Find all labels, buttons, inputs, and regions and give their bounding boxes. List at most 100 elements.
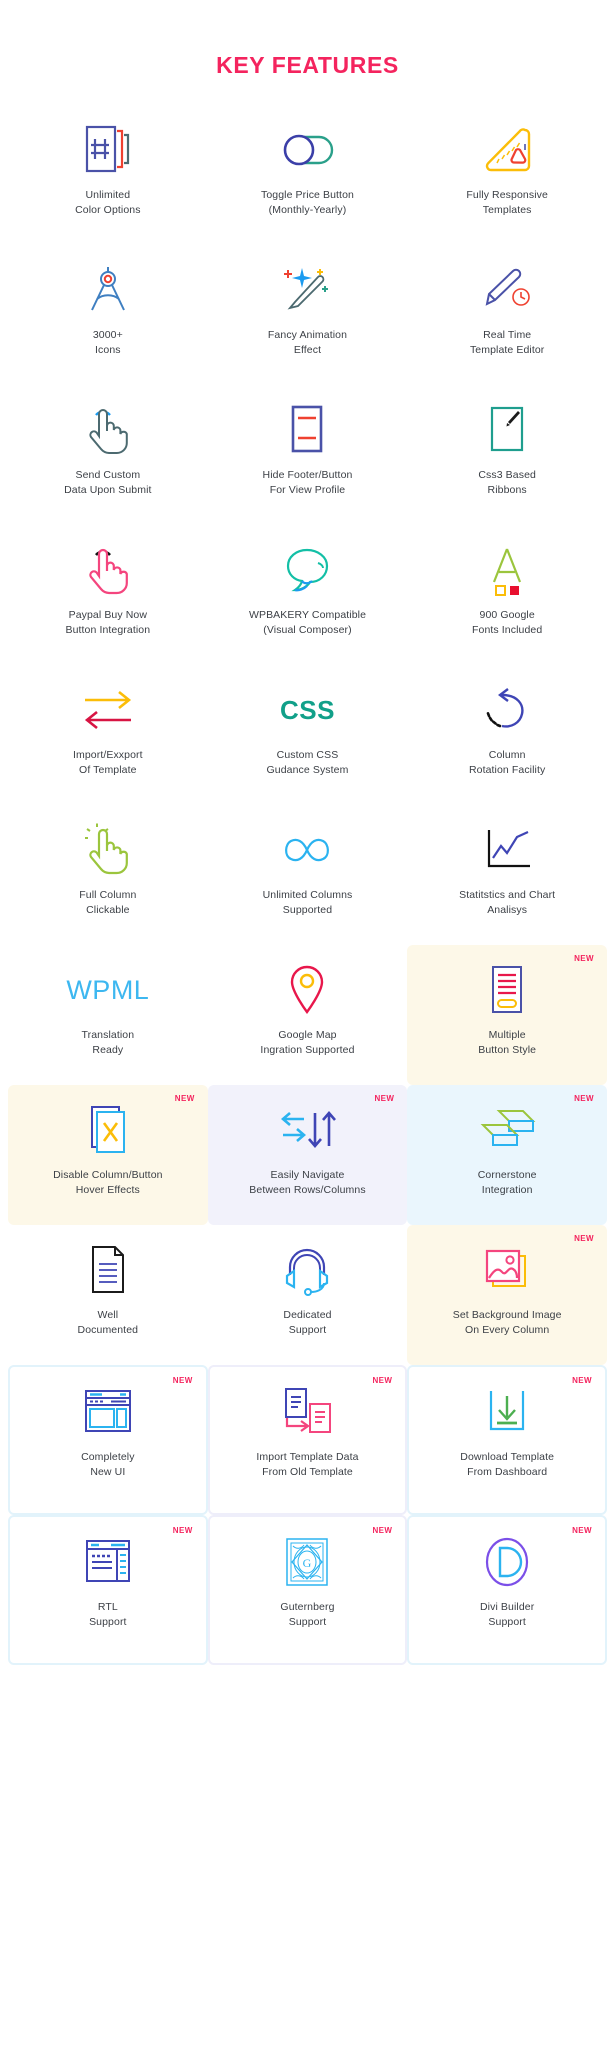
feature-label: Guternberg Support (280, 1601, 335, 1629)
feature-cell-real-time-template-editor[interactable]: Real Time Template Editor (407, 245, 607, 385)
feature-cell-3000-icons[interactable]: 3000+ Icons (8, 245, 208, 385)
feature-label: Cornerstone Integration (477, 1169, 537, 1197)
feature-cell-easily-navigate[interactable]: NEW Easily Navigate Between Rows/Columns (207, 1085, 408, 1225)
feature-label: Fancy Animation Effect (267, 329, 348, 357)
feature-label: 900 Google Fonts Included (472, 609, 543, 637)
status-badge: NEW (372, 1526, 393, 1535)
feature-cell-custom-css-guidance[interactable]: CSS Custom CSS Gudance System (208, 665, 408, 805)
features-grid: Unlimited Color Options Toggle Price But… (8, 105, 607, 1665)
divi-d-icon (481, 1531, 533, 1593)
gutenberg-letter: G (303, 1556, 312, 1570)
feature-cell-import-export-template[interactable]: Import/Exxport Of Template (8, 665, 208, 805)
download-tray-icon (483, 1381, 531, 1443)
feature-label: Send Custom Data Upon Submit (64, 469, 152, 497)
feature-label: RTL Support (89, 1601, 127, 1629)
feature-label: Column Rotation Facility (468, 749, 546, 777)
feature-label: Dedicated Support (283, 1309, 332, 1337)
disable-x-card-icon (85, 1099, 131, 1161)
wpbakery-cloud-icon (278, 539, 336, 601)
import-documents-icon (280, 1381, 334, 1443)
feature-cell-unlimited-columns[interactable]: Unlimited Columns Supported (208, 805, 408, 945)
feature-cell-unlimited-color-options[interactable]: Unlimited Color Options (8, 105, 208, 245)
feature-cell-statistics-chart-analysis[interactable]: Statitstics and Chart Analisys (407, 805, 607, 945)
ruler-triangle-icon (481, 119, 533, 181)
line-chart-icon (480, 819, 534, 881)
feature-cell-well-documented[interactable]: Well Documented (8, 1225, 208, 1365)
feature-cell-set-background-image[interactable]: NEW Set Background Image On Every Column (407, 1225, 607, 1365)
feature-cell-google-map-integration[interactable]: Google Map Ingration Supported (208, 945, 408, 1085)
navigate-arrows-icon (278, 1099, 337, 1161)
feature-cell-cornerstone-integration[interactable]: NEW Cornerstone Integration (407, 1085, 607, 1225)
feature-cell-paypal-buy-now[interactable]: Paypal Buy Now Button Integration (8, 525, 208, 665)
feature-cell-rtl-support[interactable]: NEW RTL Support (8, 1515, 208, 1665)
status-badge: NEW (172, 1526, 193, 1535)
feature-cell-multiple-button-style[interactable]: NEW Multiple Button Style (407, 945, 607, 1085)
feature-cell-900-google-fonts[interactable]: 900 Google Fonts Included (407, 525, 607, 665)
pink-click-hand-icon (84, 539, 132, 601)
feature-label: Divi Builder Support (480, 1601, 535, 1629)
feature-label: Import/Exxport Of Template (72, 749, 143, 777)
letter-a-fonts-icon (482, 539, 532, 601)
feature-label: 3000+ Icons (92, 329, 123, 357)
feature-label: Download Template From Dashboard (460, 1451, 555, 1479)
documentation-page-icon (86, 1239, 130, 1301)
feature-label: WPBAKERY Compatible (Visual Composer) (248, 609, 367, 637)
page-title: KEY FEATURES (216, 52, 399, 78)
feature-cell-dedicated-support[interactable]: Dedicated Support (208, 1225, 408, 1365)
feature-label: Translation Ready (81, 1029, 135, 1057)
feature-cell-css3-based-ribbons[interactable]: Css3 Based Ribbons (407, 385, 607, 525)
status-badge: NEW (574, 954, 594, 963)
feature-label: Unlimited Columns Supported (262, 889, 353, 917)
green-click-hand-icon (84, 819, 132, 881)
feature-label: Import Template Data From Old Template (256, 1451, 359, 1479)
status-badge: NEW (174, 1094, 195, 1103)
feature-label: Fully Responsive Templates (466, 189, 548, 217)
document-lines-icon (285, 399, 329, 461)
css-text-icon: CSS (280, 679, 335, 741)
toggle-switch-icon (277, 119, 337, 181)
feature-label: Css3 Based Ribbons (478, 469, 536, 497)
feature-cell-completely-new-ui[interactable]: NEW Completely New UI (8, 1365, 208, 1515)
feature-cell-toggle-price-button[interactable]: Toggle Price Button (Monthly-Yearly) (208, 105, 408, 245)
feature-cell-disable-hover-effects[interactable]: NEW Disable Column/Button Hover Effects (8, 1085, 208, 1225)
status-badge: NEW (572, 1376, 592, 1385)
feature-label: Statitstics and Chart Analisys (459, 889, 556, 917)
feature-cell-import-template-data[interactable]: NEW Import Template Data From Old Templa… (207, 1365, 408, 1515)
rotate-arrow-icon (484, 679, 530, 741)
feature-cell-divi-builder-support[interactable]: NEW Divi Builder Support (407, 1515, 607, 1665)
headset-icon (281, 1239, 333, 1301)
two-arrows-icon (79, 679, 137, 741)
feature-label: Hide Footer/Button For View Profile (262, 469, 353, 497)
feature-label: Google Map Ingration Supported (260, 1029, 355, 1057)
cornerstone-blocks-icon (477, 1099, 537, 1161)
compass-divider-icon (85, 259, 131, 321)
status-badge: NEW (374, 1094, 395, 1103)
feature-cell-column-rotation-facility[interactable]: Column Rotation Facility (407, 665, 607, 805)
feature-cell-gutenberg-support[interactable]: NEW G Guternberg Support (207, 1515, 408, 1665)
key-features-page: KEY FEATURES Unlimited Color Options Tog… (0, 0, 615, 2057)
ribbon-page-icon (485, 399, 529, 461)
feature-cell-full-column-clickable[interactable]: Full Column Clickable (8, 805, 208, 945)
feature-cell-send-custom-data[interactable]: Send Custom Data Upon Submit (8, 385, 208, 525)
feature-cell-wpbakery-compatible[interactable]: WPBAKERY Compatible (Visual Composer) (208, 525, 408, 665)
feature-label: Disable Column/Button Hover Effects (53, 1169, 163, 1197)
feature-label: Set Background Image On Every Column (452, 1309, 562, 1337)
status-badge: NEW (574, 1234, 594, 1243)
feature-cell-fully-responsive-templates[interactable]: Fully Responsive Templates (407, 105, 607, 245)
status-badge: NEW (372, 1376, 393, 1385)
feature-cell-fancy-animation-effect[interactable]: Fancy Animation Effect (208, 245, 408, 385)
infinity-icon (278, 819, 336, 881)
browser-ui-icon (80, 1381, 136, 1443)
feature-cell-download-template[interactable]: NEW Download Template From Dashboard (407, 1365, 607, 1515)
button-style-list-icon (485, 959, 529, 1021)
magic-wand-sparkle-icon (280, 259, 334, 321)
feature-label: Real Time Template Editor (469, 329, 545, 357)
gutenberg-ornament-icon: G (282, 1531, 332, 1593)
status-badge: NEW (574, 1094, 594, 1103)
rtl-layout-icon (81, 1531, 135, 1593)
feature-label: Multiple Button Style (478, 1029, 537, 1057)
feature-label: Toggle Price Button (Monthly-Yearly) (261, 189, 354, 217)
feature-cell-translation-ready[interactable]: WPML Translation Ready (8, 945, 208, 1085)
click-hand-icon (84, 399, 132, 461)
feature-cell-hide-footer-button[interactable]: Hide Footer/Button For View Profile (208, 385, 408, 525)
